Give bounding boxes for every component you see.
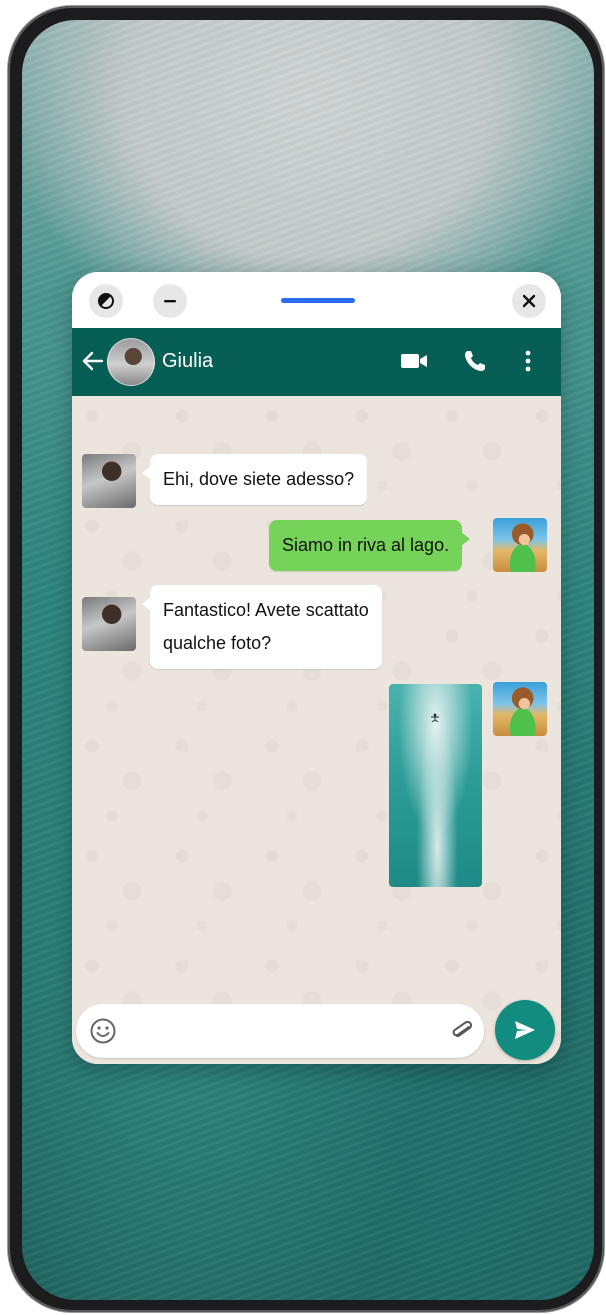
message-text-line: Fantastico! Avete scattato: [163, 600, 369, 620]
close-icon: [522, 294, 536, 308]
sender-avatar: [82, 597, 136, 651]
own-avatar: [493, 682, 547, 736]
message-bubble[interactable]: Siamo in riva al lago.: [269, 520, 471, 571]
phone-icon: [465, 351, 485, 371]
message-text: Siamo in riva al lago.: [282, 535, 450, 555]
window-close-button[interactable]: [512, 284, 546, 318]
chat-area[interactable]: Ehi, dove siete adesso? Siamo in riva al…: [72, 396, 561, 1064]
window-drag-handle[interactable]: [281, 298, 355, 303]
send-button[interactable]: [495, 1000, 555, 1060]
window-control-bar: [72, 272, 561, 328]
window-compact-button[interactable]: [89, 284, 123, 318]
back-arrow-icon: [82, 351, 104, 371]
floating-chat-window: Giulia Ehi, dove siete adesso? Siamo in …: [72, 272, 561, 1064]
message-input[interactable]: [130, 1004, 434, 1060]
half-circle-icon: [98, 293, 114, 309]
back-button[interactable]: [80, 348, 106, 374]
window-minimize-button[interactable]: [153, 284, 187, 318]
send-icon: [515, 1021, 535, 1039]
paperclip-icon[interactable]: [448, 1017, 476, 1045]
emoji-icon[interactable]: [89, 1017, 117, 1045]
message-text-line: qualche foto?: [163, 633, 272, 653]
minus-icon: [164, 300, 176, 303]
message-text: Ehi, dove siete adesso?: [163, 469, 355, 489]
message-bubble[interactable]: Fantastico! Avete scattato qualche foto?: [142, 585, 382, 669]
sender-avatar: [82, 454, 136, 508]
message-composer: [76, 1004, 484, 1060]
video-call-icon: [401, 354, 427, 368]
photo-message[interactable]: [389, 684, 482, 887]
contact-avatar[interactable]: [107, 338, 155, 386]
voice-call-button[interactable]: [460, 346, 490, 376]
more-options-button[interactable]: [513, 346, 543, 376]
contact-name[interactable]: Giulia: [162, 350, 213, 373]
message-bubble[interactable]: Ehi, dove siete adesso?: [141, 454, 368, 505]
chat-header: Giulia: [72, 328, 561, 396]
video-call-button[interactable]: [399, 346, 429, 376]
own-avatar: [493, 518, 547, 572]
more-vertical-icon: [525, 350, 531, 372]
swimmer-figure: [431, 713, 439, 722]
